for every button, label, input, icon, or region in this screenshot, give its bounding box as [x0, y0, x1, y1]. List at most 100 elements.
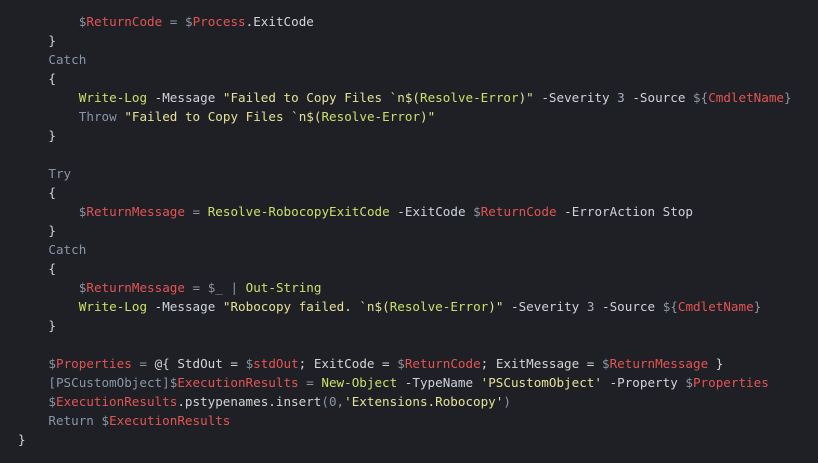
code-token: } [18, 432, 26, 447]
code-token: 3 [617, 90, 625, 105]
code-token: )" [488, 299, 504, 314]
code-line: { [0, 259, 818, 278]
code-line: { [0, 183, 818, 202]
code-token: ReturnCode [86, 14, 163, 29]
code-token: ExecutionResults [55, 394, 178, 409]
code-line: Catch [0, 240, 818, 259]
code-line: { [0, 69, 818, 88]
code-token: New-Object [321, 375, 398, 390]
code-token: $ [397, 356, 405, 371]
code-token: Return [48, 413, 94, 428]
code-token: $ [184, 14, 193, 29]
code-token: Resolve-Error [389, 299, 489, 314]
code-token: .pstypenames.insert [177, 394, 322, 409]
code-line: Return $ExecutionResults [0, 411, 818, 430]
code-line: $ReturnMessage = $_ | Out-String [0, 278, 818, 297]
code-token: ; ExitCode = [298, 356, 398, 371]
code-token: -Message [147, 299, 223, 314]
code-token: ReturnCode [480, 204, 557, 219]
code-token: -Severity [503, 299, 587, 314]
code-token: } [784, 90, 792, 105]
code-token: "Robocopy failed. `n$( [222, 299, 390, 314]
code-token: ReturnMessage [86, 204, 185, 219]
code-token: (0, [321, 394, 345, 409]
code-line: Try [0, 164, 818, 183]
code-line: Throw "Failed to Copy Files `n$(Resolve-… [0, 107, 818, 126]
code-token: Properties [692, 375, 769, 390]
code-token: $_ [207, 280, 223, 295]
code-token: -ExitCode [389, 204, 474, 219]
code-token: } [48, 318, 56, 333]
code-token: = [184, 280, 208, 295]
code-token: )" [518, 90, 534, 105]
code-token: stdOut [253, 356, 299, 371]
code-token: -ErrorAction Stop [556, 204, 694, 219]
code-line: [PSCustomObject] $ ExecutionResults = New-… [0, 373, 818, 392]
code-token: .ExitCode [245, 14, 314, 29]
code-token: Try [48, 166, 72, 181]
code-token: = [298, 375, 322, 390]
code-token: "Failed to Copy Files `n$( [222, 90, 421, 105]
code-token: -TypeName [397, 375, 481, 390]
code-line: Catch [0, 50, 818, 69]
code-token: } [48, 223, 56, 238]
code-token: ${ [662, 299, 678, 314]
code-line: $ExecutionResults.pstypenames.insert(0,'… [0, 392, 818, 411]
code-token: Resolve-RobocopyExitCode [207, 204, 390, 219]
code-token: 'Extensions.Robocopy' [344, 394, 504, 409]
code-token: ExecutionResults [177, 375, 299, 390]
code-token: $ [48, 394, 56, 409]
code-line: } [0, 430, 818, 449]
code-line: } [0, 31, 818, 50]
code-token: ExecutionResults [109, 413, 231, 428]
code-token: = [184, 204, 208, 219]
code-token: Write-Log [78, 299, 148, 314]
code-token: { [48, 261, 56, 276]
code-token: StdOut = [169, 356, 246, 371]
code-token: | [222, 280, 246, 295]
code-token: } [753, 299, 762, 314]
code-token: $ [601, 356, 610, 371]
code-token: { [48, 71, 56, 86]
code-token: "Failed to Copy Files `n$( [124, 109, 322, 124]
code-token: Write-Log [78, 90, 148, 105]
code-line: $ Properties = @{ StdOut = $ stdOut; ExitC… [0, 354, 818, 373]
code-token: { [48, 185, 56, 200]
code-token: @{ [154, 356, 170, 371]
code-token: -Message [147, 90, 223, 105]
code-token: 'PSCustomObject' [480, 375, 602, 390]
code-token: Resolve-Error [321, 109, 421, 124]
code-token: = [131, 356, 155, 371]
code-token: CmdletName [708, 90, 785, 105]
code-token: ) [503, 394, 511, 409]
code-token: -Property [601, 375, 686, 390]
code-token: Properties [55, 356, 132, 371]
code-token: -Source [624, 90, 694, 105]
code-token: Throw [78, 109, 117, 124]
code-line: } [0, 126, 818, 145]
code-token: Resolve-Error [420, 90, 519, 105]
code-editor[interactable]: $ReturnCode = $Process.ExitCode} Catch{Wr… [0, 0, 818, 463]
code-line: Write-Log -Message "Failed to Copy Files… [0, 88, 818, 107]
code-token: Out-String [245, 280, 322, 295]
code-token: ReturnMessage [609, 356, 709, 371]
code-token: Catch [48, 52, 87, 67]
code-token: $ [101, 413, 110, 428]
code-token: $ [685, 375, 693, 390]
code-line: } [0, 316, 818, 335]
code-token: ReturnMessage [86, 280, 185, 295]
code-line: } [0, 221, 818, 240]
code-token: ReturnCode [404, 356, 481, 371]
code-token: } [708, 356, 724, 371]
code-token: -Source [594, 299, 663, 314]
code-token: CmdletName [677, 299, 754, 314]
code-token: Catch [48, 242, 87, 257]
code-token: Process [192, 14, 246, 29]
code-line: $ ReturnMessage = Resolve-RobocopyExitCod… [0, 202, 818, 221]
code-token: ; ExitMessage = [480, 356, 602, 371]
code-token: } [48, 33, 56, 48]
code-token: = [162, 14, 185, 29]
code-token: -Severity [533, 90, 618, 105]
